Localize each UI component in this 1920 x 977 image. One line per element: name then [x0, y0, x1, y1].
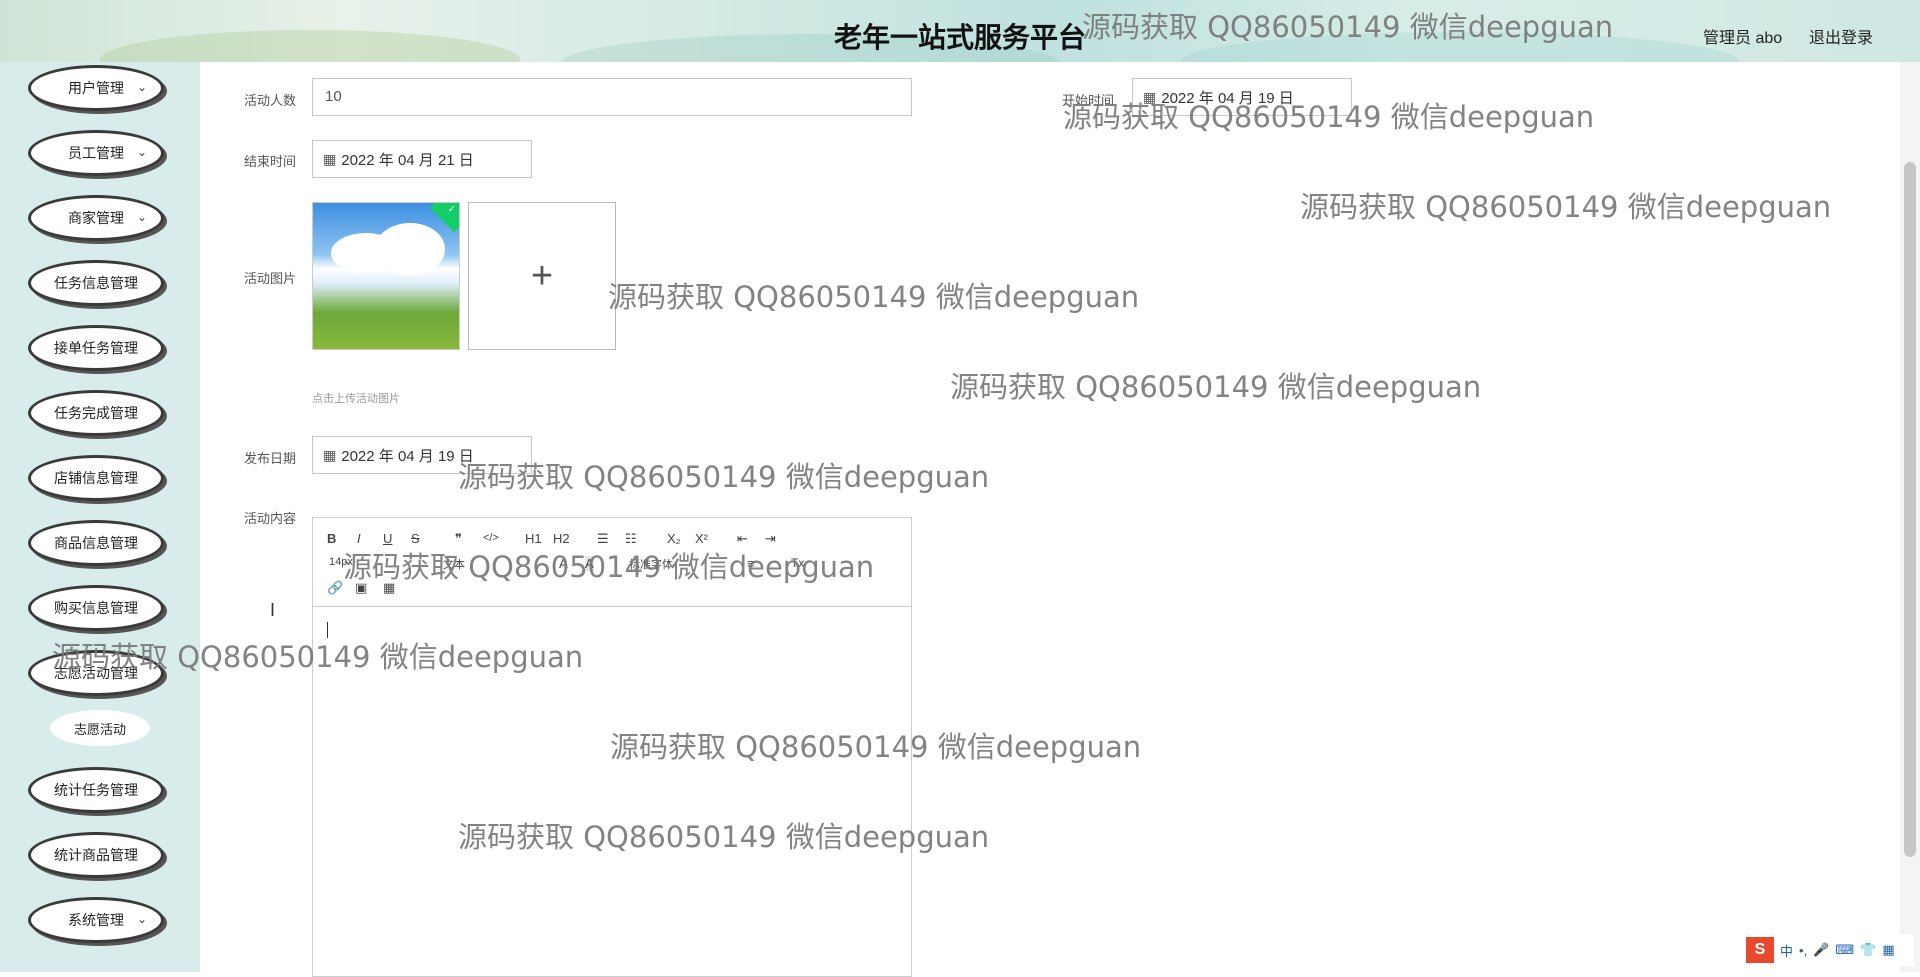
sidebar-item-purchase-info[interactable]: 购买信息管理	[28, 585, 164, 631]
publish-date-label: 发布日期	[244, 451, 297, 466]
sidebar-item-label: 商品信息管理	[54, 535, 138, 551]
page-title: 老年一站式服务平台	[834, 21, 1087, 54]
content-label: 活动内容	[244, 511, 297, 526]
ime-toolbox-icon[interactable]: ▦	[1882, 942, 1894, 958]
sidebar-item-label: 统计商品管理	[54, 847, 138, 863]
watermark: 源码获取 QQ86050149 微信deepguan	[343, 550, 875, 584]
calendar-icon: ▦	[323, 446, 337, 463]
watermark: 源码获取 QQ86050149 微信deepguan	[1300, 190, 1832, 224]
ime-chinese-mode[interactable]: 中	[1780, 941, 1793, 960]
sidebar-item-label: 用户管理	[68, 80, 124, 96]
link-icon[interactable]: 🔗	[327, 580, 343, 596]
participants-input[interactable]: 10	[312, 78, 912, 116]
sidebar-item-task-completion[interactable]: 任务完成管理	[28, 390, 164, 436]
watermark: 源码获取 QQ86050149 微信deepguan	[458, 460, 990, 494]
ime-toolbar[interactable]: S 中 •, 🎤 ⌨ 👕 ▦	[1742, 934, 1914, 966]
sidebar-item-label: 店铺信息管理	[54, 470, 138, 486]
text-cursor-icon: I	[270, 600, 276, 620]
ime-punctuation-icon[interactable]: •,	[1799, 943, 1807, 958]
chevron-down-icon: ⌄	[136, 912, 147, 926]
sidebar-item-label: 购买信息管理	[54, 600, 138, 616]
watermark: 源码获取 QQ86050149 微信deepguan	[52, 640, 584, 674]
publish-date-value: 2022 年 04 月 19 日	[341, 447, 474, 465]
bold-button[interactable]: B	[327, 531, 336, 546]
image-upload-button[interactable]: +	[468, 202, 616, 350]
watermark: 源码获取 QQ86050149 微信deepguan	[1063, 100, 1595, 134]
sidebar-item-label: 系统管理	[68, 912, 124, 928]
sidebar-item-accepted-tasks[interactable]: 接单任务管理	[28, 325, 164, 371]
sidebar-item-label: 统计任务管理	[54, 782, 138, 798]
watermark: 源码获取 QQ86050149 微信deepguan	[610, 730, 1142, 764]
sidebar-item-label: 商家管理	[68, 210, 124, 226]
sidebar-item-store-info[interactable]: 店铺信息管理	[28, 455, 164, 501]
end-time-label: 结束时间	[244, 154, 297, 169]
current-user: 管理员 abo	[1703, 30, 1783, 47]
sidebar-item-label: 任务信息管理	[54, 275, 138, 291]
sidebar-item-product-info[interactable]: 商品信息管理	[28, 520, 164, 566]
ime-keyboard-icon[interactable]: ⌨	[1835, 942, 1854, 958]
page-scrollbar[interactable]	[1900, 62, 1920, 972]
sidebar-item-system-management[interactable]: 系统管理 ⌄	[28, 897, 164, 943]
code-icon[interactable]: </>	[483, 532, 499, 544]
chevron-down-icon: ⌄	[136, 80, 147, 94]
sidebar-subitem-volunteer-activity[interactable]: 志愿活动	[50, 710, 150, 746]
upload-hint: 点击上传活动图片	[312, 393, 400, 405]
sidebar-item-task-info[interactable]: 任务信息管理	[28, 260, 164, 306]
check-icon: ✓	[447, 204, 456, 215]
sidebar-item-merchant-management[interactable]: 商家管理 ⌄	[28, 195, 164, 241]
header-decoration	[100, 30, 520, 62]
image-label: 活动图片	[244, 271, 297, 286]
participants-label: 活动人数	[244, 93, 297, 108]
sogou-logo-icon[interactable]: S	[1746, 937, 1774, 963]
activity-image-thumbnail[interactable]: ✓	[312, 202, 460, 350]
sidebar-item-user-management[interactable]: 用户管理 ⌄	[28, 65, 164, 111]
end-time-value: 2022 年 04 月 21 日	[341, 151, 474, 169]
chevron-down-icon: ⌄	[136, 145, 147, 159]
header-bar: 老年一站式服务平台 管理员 abo 退出登录	[0, 0, 1920, 62]
scrollbar-thumb[interactable]	[1904, 162, 1916, 857]
watermark: 源码获取 QQ86050149 微信deepguan	[1082, 10, 1614, 44]
calendar-icon: ▦	[323, 150, 337, 167]
sidebar-item-label: 任务完成管理	[54, 405, 138, 421]
sidebar-item-label: 接单任务管理	[54, 340, 138, 356]
sidebar-item-staff-management[interactable]: 员工管理 ⌄	[28, 130, 164, 176]
ime-microphone-icon[interactable]: 🎤	[1813, 942, 1829, 958]
sidebar-item-product-statistics[interactable]: 统计商品管理	[28, 832, 164, 878]
sidebar-item-task-statistics[interactable]: 统计任务管理	[28, 767, 164, 813]
sidebar: 用户管理 ⌄ 员工管理 ⌄ 商家管理 ⌄ 任务信息管理 接单任务管理 任务完成管…	[0, 62, 200, 972]
chevron-down-icon: ⌄	[136, 210, 147, 224]
sidebar-item-label: 员工管理	[68, 145, 124, 161]
watermark: 源码获取 QQ86050149 微信deepguan	[458, 820, 990, 854]
end-time-picker[interactable]: ▦ 2022 年 04 月 21 日	[312, 140, 532, 178]
image-cloud	[375, 223, 445, 275]
logout-button[interactable]: 退出登录	[1809, 24, 1873, 48]
watermark: 源码获取 QQ86050149 微信deepguan	[950, 370, 1482, 404]
watermark: 源码获取 QQ86050149 微信deepguan	[608, 280, 1140, 314]
ime-skin-icon[interactable]: 👕	[1860, 942, 1876, 958]
